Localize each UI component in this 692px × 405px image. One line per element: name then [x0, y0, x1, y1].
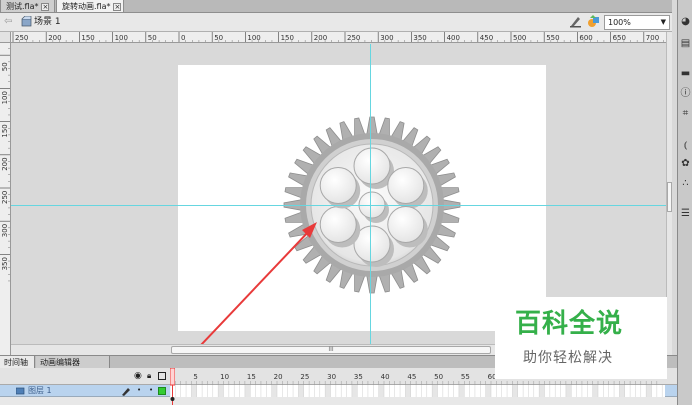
- gear-hole: [319, 167, 357, 204]
- components-icon[interactable]: ✿: [680, 158, 691, 169]
- ruler-tick-label: 550: [546, 34, 559, 42]
- ruler-tick-label: 500: [513, 34, 526, 42]
- document-tab-label: 旋转动画.fla*: [62, 2, 111, 11]
- frame-number: 35: [354, 373, 363, 381]
- layer-outline-color[interactable]: [158, 387, 166, 395]
- scrollbar-thumb[interactable]: III: [171, 346, 491, 354]
- gear-hole: [319, 206, 357, 243]
- horizontal-guide[interactable]: [11, 205, 666, 206]
- transform-icon[interactable]: ⌗: [680, 108, 691, 119]
- ruler-tick-label: 100: [1, 91, 9, 104]
- ruler-tick-label: 50: [148, 34, 157, 42]
- gear-hole: [353, 147, 391, 185]
- layer-visible-dot[interactable]: •: [137, 386, 141, 394]
- edit-bar: ⇦ 场景 1 100% ▼: [0, 13, 672, 32]
- watermark-subtitle: 助你轻松解决: [523, 350, 613, 366]
- align-icon[interactable]: ☰: [680, 208, 691, 219]
- frame-number: 15: [247, 373, 256, 381]
- gear-hole: [387, 167, 425, 204]
- frame-number: 55: [461, 373, 470, 381]
- ruler-tick-label: 200: [314, 34, 327, 42]
- watermark: 百科全说 助你轻松解决: [495, 297, 667, 379]
- ruler-tick-label: 300: [380, 34, 393, 42]
- ruler-tick-label: 100: [115, 34, 128, 42]
- watermark-title: 百科全说: [515, 309, 624, 339]
- pencil-icon: [122, 388, 130, 396]
- frame-cells[interactable]: [170, 385, 665, 405]
- ruler-tick-label: 450: [480, 34, 493, 42]
- close-icon[interactable]: ×: [41, 3, 50, 11]
- chevron-down-icon: ▼: [660, 18, 666, 26]
- motion-presets-icon[interactable]: ∴: [680, 178, 691, 189]
- frame-number: 20: [274, 373, 283, 381]
- lock-icon[interactable]: 🔒︎: [147, 371, 151, 381]
- ruler-tick-label: 0: [181, 34, 185, 42]
- scrollbar-grip: III: [328, 346, 334, 353]
- frame-number: 30: [327, 373, 336, 381]
- eye-icon[interactable]: ◉: [134, 371, 142, 381]
- ruler-tick-label: 150: [281, 34, 294, 42]
- back-arrow-icon[interactable]: ⇦: [4, 16, 12, 27]
- ruler-tick-label: 650: [613, 34, 626, 42]
- ruler-tick-label: 300: [1, 224, 9, 237]
- ruler-tick-label: 350: [1, 257, 9, 270]
- color-icon[interactable]: ◕: [680, 16, 691, 27]
- ruler-tick-label: 350: [413, 34, 426, 42]
- playhead[interactable]: [170, 368, 175, 405]
- library-icon[interactable]: ▤: [680, 38, 691, 49]
- actions-icon[interactable]: ⦅: [680, 140, 691, 151]
- scene-icon: [21, 16, 32, 27]
- frame-number: 50: [434, 373, 443, 381]
- document-tab-label: 测试.fla*: [6, 2, 39, 11]
- frame-number: 45: [407, 373, 416, 381]
- edit-symbols-icon[interactable]: [587, 15, 600, 28]
- frame-number: 5: [193, 373, 197, 381]
- ruler-tick-label: 50: [1, 62, 9, 71]
- properties-icon[interactable]: ▬: [680, 68, 691, 79]
- ruler-tick-label: 200: [1, 157, 9, 170]
- layer-lock-dot[interactable]: •: [149, 386, 153, 394]
- ruler-tick-label: 200: [48, 34, 61, 42]
- scrollbar-thumb[interactable]: [667, 182, 672, 212]
- frame-number: 10: [220, 373, 229, 381]
- ruler-tick-label: 600: [579, 34, 592, 42]
- scene-label[interactable]: 场景 1: [34, 16, 61, 28]
- ruler-tick-label: 100: [247, 34, 260, 42]
- layer-name[interactable]: 图层 1: [28, 385, 52, 397]
- document-tab-bar: 测试.fla* × 旋转动画.fla* ×: [0, 0, 672, 13]
- outline-icon[interactable]: [158, 372, 166, 380]
- frame-number: 25: [300, 373, 309, 381]
- annotation-arrow-icon: [200, 222, 317, 344]
- layer-icon: [16, 387, 25, 395]
- ruler-corner: [0, 32, 11, 43]
- ruler-tick-label: 250: [15, 34, 28, 42]
- ruler-tick-label: 700: [646, 34, 659, 42]
- ruler-tick-label: 150: [81, 34, 94, 42]
- edit-scene-icon[interactable]: [569, 15, 582, 28]
- ruler-tick-label: 50: [214, 34, 223, 42]
- ruler-tick-label: 150: [1, 124, 9, 137]
- ruler-tick-label: 250: [347, 34, 360, 42]
- ruler-tick-label: 400: [447, 34, 460, 42]
- vertical-guide[interactable]: [370, 44, 371, 344]
- document-tab-active[interactable]: 旋转动画.fla* ×: [56, 0, 124, 13]
- close-icon[interactable]: ×: [113, 3, 122, 11]
- right-tool-panel: ◕ ▤ ▬ ⓘ ⌗ ⦅ ✿ ∴ ☰: [677, 0, 692, 405]
- horizontal-ruler: 250 200 150 100 50 0 50 100 150 200 250 300 350 400 45…: [11, 32, 666, 43]
- gear-hole: [387, 206, 425, 243]
- vertical-ruler: 050100150200250300350: [0, 43, 11, 355]
- document-tab[interactable]: 测试.fla* ×: [0, 0, 55, 13]
- frame-number: 40: [381, 373, 390, 381]
- zoom-select[interactable]: 100% ▼: [604, 15, 670, 30]
- ruler-tick-label: 250: [1, 191, 9, 204]
- zoom-value: 100%: [608, 18, 631, 27]
- info-icon[interactable]: ⓘ: [680, 88, 691, 99]
